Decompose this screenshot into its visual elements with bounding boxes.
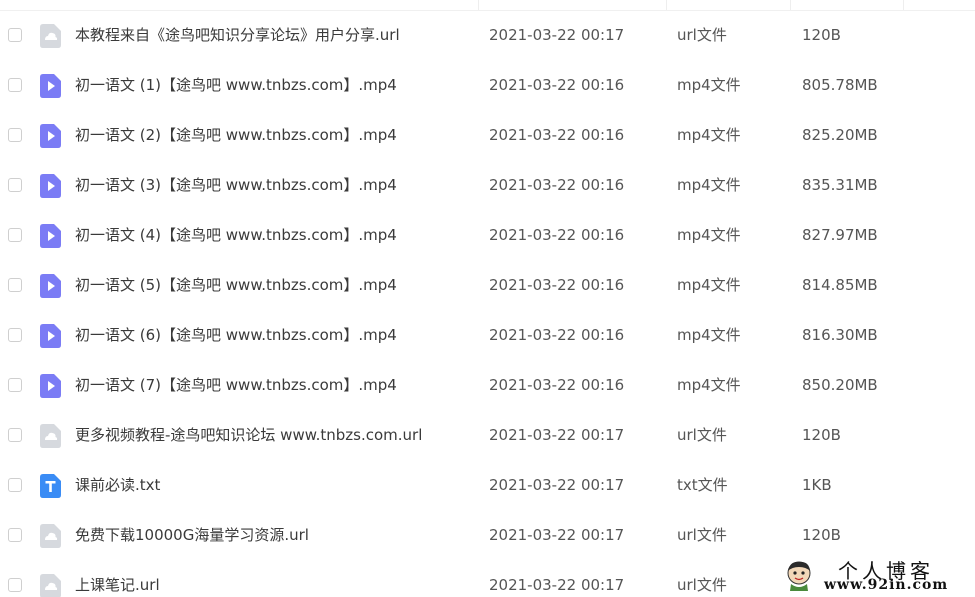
file-modified-date: 2021-03-22 00:16 [489,226,625,244]
file-row[interactable]: 初一语文 (5)【途鸟吧 www.tnbzs.com】.mp4 2021-03-2… [0,261,975,311]
file-size: 805.78MB [802,76,878,94]
file-name[interactable]: 初一语文 (5)【途鸟吧 www.tnbzs.com】.mp4 [75,275,397,295]
column-divider[interactable] [478,0,479,10]
file-modified-date: 2021-03-22 00:16 [489,176,625,194]
column-header-strip [0,0,975,11]
file-name[interactable]: 初一语文 (7)【途鸟吧 www.tnbzs.com】.mp4 [75,375,397,395]
file-name[interactable]: 初一语文 (6)【途鸟吧 www.tnbzs.com】.mp4 [75,325,397,345]
video-file-icon [40,374,61,398]
row-checkbox[interactable] [8,78,22,92]
file-modified-date: 2021-03-22 00:16 [489,126,625,144]
file-row[interactable]: 初一语文 (6)【途鸟吧 www.tnbzs.com】.mp4 2021-03-2… [0,311,975,361]
file-row[interactable]: 课前必读.txt 2021-03-22 00:17 txt文件 1KB [0,461,975,511]
file-modified-date: 2021-03-22 00:17 [489,26,625,44]
file-row[interactable]: 初一语文 (3)【途鸟吧 www.tnbzs.com】.mp4 2021-03-2… [0,161,975,211]
file-name[interactable]: 初一语文 (1)【途鸟吧 www.tnbzs.com】.mp4 [75,75,397,95]
file-name[interactable]: 初一语文 (2)【途鸟吧 www.tnbzs.com】.mp4 [75,125,397,145]
url-file-icon [40,524,61,548]
row-checkbox[interactable] [8,578,22,592]
row-checkbox[interactable] [8,328,22,342]
file-type: url文件 [677,576,727,594]
column-divider[interactable] [903,0,904,10]
video-file-icon [40,274,61,298]
file-name[interactable]: 课前必读.txt [75,475,160,495]
file-modified-date: 2021-03-22 00:17 [489,526,625,544]
file-row[interactable]: 本教程来自《途鸟吧知识分享论坛》用户分享.url 2021-03-22 00:17… [0,11,975,61]
row-checkbox[interactable] [8,278,22,292]
file-type: mp4文件 [677,176,741,194]
file-type: url文件 [677,26,727,44]
file-row[interactable]: 初一语文 (7)【途鸟吧 www.tnbzs.com】.mp4 2021-03-2… [0,361,975,411]
file-modified-date: 2021-03-22 00:16 [489,276,625,294]
file-name[interactable]: 初一语文 (3)【途鸟吧 www.tnbzs.com】.mp4 [75,175,397,195]
file-size: 835.31MB [802,176,878,194]
file-size: 827.97MB [802,226,878,244]
file-type: mp4文件 [677,376,741,394]
column-divider[interactable] [666,0,667,10]
file-row[interactable]: 初一语文 (2)【途鸟吧 www.tnbzs.com】.mp4 2021-03-2… [0,111,975,161]
file-modified-date: 2021-03-22 00:16 [489,76,625,94]
file-size: 814.85MB [802,276,878,294]
text-file-icon [40,474,61,498]
url-file-icon [40,24,61,48]
video-file-icon [40,174,61,198]
file-size: 120B [802,26,841,44]
row-checkbox[interactable] [8,178,22,192]
file-type: mp4文件 [677,126,741,144]
file-row[interactable]: 更多视频教程-途鸟吧知识论坛 www.tnbzs.com.url 2021-03-… [0,411,975,461]
url-file-icon [40,424,61,448]
file-row[interactable]: 初一语文 (1)【途鸟吧 www.tnbzs.com】.mp4 2021-03-2… [0,61,975,111]
file-modified-date: 2021-03-22 00:16 [489,326,625,344]
file-name[interactable]: 上课笔记.url [75,575,160,595]
file-type: mp4文件 [677,76,741,94]
video-file-icon [40,124,61,148]
row-checkbox[interactable] [8,28,22,42]
file-modified-date: 2021-03-22 00:16 [489,376,625,394]
file-browser: 本教程来自《途鸟吧知识分享论坛》用户分享.url 2021-03-22 00:17… [0,0,975,597]
file-size: 850.20MB [802,376,878,394]
file-modified-date: 2021-03-22 00:17 [489,426,625,444]
file-row[interactable]: 免费下载10000G海量学习资源.url 2021-03-22 00:17 url文… [0,511,975,561]
file-name[interactable]: 更多视频教程-途鸟吧知识论坛 www.tnbzs.com.url [75,425,422,445]
file-modified-date: 2021-03-22 00:17 [489,476,625,494]
video-file-icon [40,224,61,248]
file-size: 120B [802,526,841,544]
file-list: 本教程来自《途鸟吧知识分享论坛》用户分享.url 2021-03-22 00:17… [0,11,975,597]
file-type: txt文件 [677,476,728,494]
video-file-icon [40,324,61,348]
row-checkbox[interactable] [8,528,22,542]
column-divider[interactable] [790,0,791,10]
file-type: mp4文件 [677,276,741,294]
file-name[interactable]: 本教程来自《途鸟吧知识分享论坛》用户分享.url [75,25,400,45]
file-row[interactable]: 初一语文 (4)【途鸟吧 www.tnbzs.com】.mp4 2021-03-2… [0,211,975,261]
file-size: 120B [802,426,841,444]
row-checkbox[interactable] [8,428,22,442]
file-type: url文件 [677,526,727,544]
file-type: mp4文件 [677,326,741,344]
url-file-icon [40,574,61,597]
file-size: 1KB [802,476,832,494]
video-file-icon [40,74,61,98]
file-size: 816.30MB [802,326,878,344]
watermark-url: www.92in.com [824,577,949,593]
row-checkbox[interactable] [8,128,22,142]
file-modified-date: 2021-03-22 00:17 [489,576,625,594]
file-name[interactable]: 初一语文 (4)【途鸟吧 www.tnbzs.com】.mp4 [75,225,397,245]
file-type: mp4文件 [677,226,741,244]
row-checkbox[interactable] [8,478,22,492]
file-name[interactable]: 免费下载10000G海量学习资源.url [75,525,309,545]
row-checkbox[interactable] [8,228,22,242]
cartoon-avatar-icon [784,559,814,591]
file-type: url文件 [677,426,727,444]
file-size: 825.20MB [802,126,878,144]
watermark: 个人博客 www.92in.com [780,555,972,595]
row-checkbox[interactable] [8,378,22,392]
